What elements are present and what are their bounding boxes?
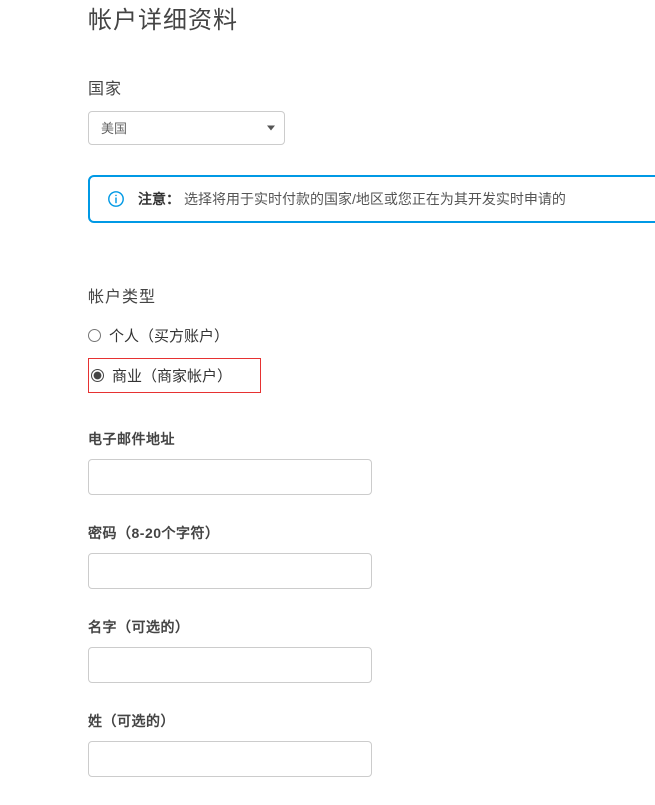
- notice-label: 注意：: [138, 191, 180, 207]
- radio-business-input[interactable]: [91, 369, 104, 382]
- country-select[interactable]: 美国: [88, 111, 285, 145]
- email-label: 电子邮件地址: [88, 429, 655, 449]
- radio-personal-input[interactable]: [88, 329, 101, 342]
- radio-personal[interactable]: 个人（买方账户）: [88, 321, 237, 350]
- country-label: 国家: [88, 75, 655, 99]
- last-name-label: 姓（可选的）: [88, 711, 655, 731]
- password-field[interactable]: [88, 553, 372, 589]
- password-label: 密码（8-20个字符）: [88, 523, 655, 543]
- radio-business-label: 商业（商家帐户）: [112, 365, 232, 386]
- notice-body: 选择将用于实时付款的国家/地区或您正在为其开发实时申请的: [184, 191, 566, 207]
- first-name-field[interactable]: [88, 647, 372, 683]
- account-type-label: 帐户类型: [88, 283, 655, 307]
- first-name-label: 名字（可选的）: [88, 617, 655, 637]
- radio-business[interactable]: 商业（商家帐户）: [88, 358, 261, 393]
- radio-personal-label: 个人（买方账户）: [109, 325, 229, 346]
- last-name-field[interactable]: [88, 741, 372, 777]
- email-field[interactable]: [88, 459, 372, 495]
- info-icon: [106, 189, 126, 209]
- page-title: 帐户详细资料: [88, 0, 655, 35]
- notice-text: 注意：选择将用于实时付款的国家/地区或您正在为其开发实时申请的: [138, 189, 566, 209]
- notice-box: 注意：选择将用于实时付款的国家/地区或您正在为其开发实时申请的: [88, 175, 655, 223]
